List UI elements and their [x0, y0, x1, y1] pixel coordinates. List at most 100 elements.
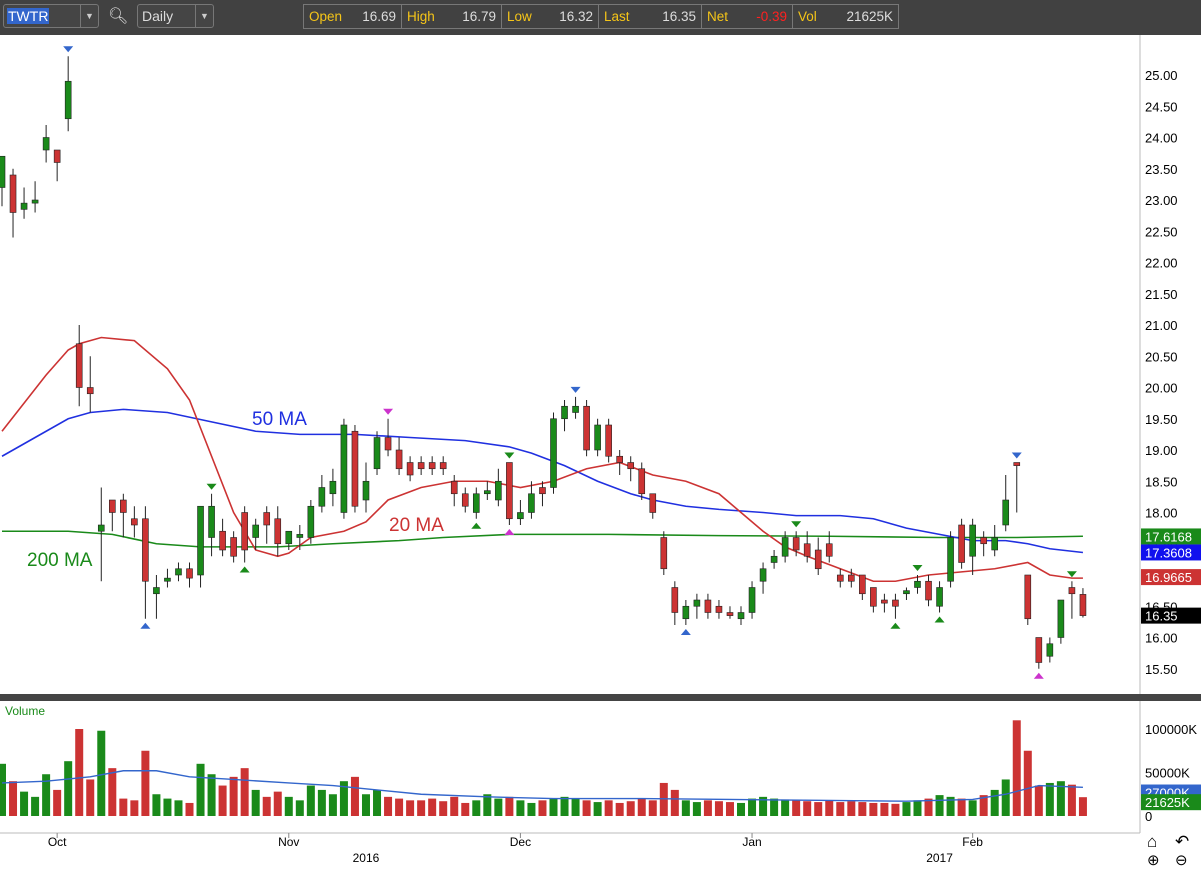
- y-tick-label: 23.00: [1145, 193, 1178, 208]
- candle: [340, 418, 348, 519]
- volume-bar: [858, 802, 867, 816]
- quote-bar: Open 16.69 High 16.79 Low 16.32 Last 16.35 Net -0…: [303, 4, 899, 29]
- quote-label: Net: [707, 9, 729, 24]
- volume-bar: [1045, 782, 1054, 816]
- y-tick-label: 18.00: [1145, 506, 1178, 521]
- volume-bar: [373, 789, 382, 816]
- y-tick-label: 20.00: [1145, 381, 1178, 396]
- volume-bar: [604, 800, 613, 816]
- candle: [1057, 599, 1065, 644]
- quote-high: High 16.79: [402, 5, 502, 28]
- y-tick-label: 25.00: [1145, 68, 1178, 83]
- volume-bar: [538, 800, 547, 816]
- volume-bar: [196, 763, 205, 816]
- price-tag-value: 17.6168: [1145, 529, 1192, 544]
- y-tick-label: 22.00: [1145, 256, 1178, 271]
- volume-bar: [516, 800, 525, 816]
- volume-bar: [141, 750, 150, 816]
- y-tick-label: 23.50: [1145, 162, 1178, 177]
- volume-bar: [737, 802, 746, 816]
- ma50-label: 50 MA: [252, 409, 307, 430]
- volume-bar: [75, 729, 84, 816]
- zoom-out-icon[interactable]: ⊖: [1175, 851, 1188, 869]
- volume-bar: [284, 796, 293, 816]
- chevron-down-icon[interactable]: ▼: [195, 5, 213, 27]
- year-tick-label: 2016: [353, 851, 380, 865]
- volume-bar: [361, 794, 370, 816]
- volume-bar: [406, 800, 415, 816]
- chart-background: [0, 35, 1201, 873]
- quote-value: -0.39: [756, 9, 787, 24]
- volume-bar: [913, 800, 922, 816]
- undo-icon[interactable]: ↶: [1175, 832, 1189, 852]
- candle: [550, 412, 557, 494]
- volume-bar: [714, 801, 723, 816]
- volume-bar: [295, 800, 304, 816]
- volume-bar: [64, 761, 73, 816]
- panel-splitter[interactable]: [0, 694, 1201, 701]
- x-tick-label: Feb: [962, 835, 983, 849]
- quote-low: Low 16.32: [502, 5, 599, 28]
- y-tick-label: 20.50: [1145, 349, 1178, 364]
- volume-bar: [990, 789, 999, 816]
- price-tag: 16.35: [1141, 607, 1201, 624]
- volume-bar: [748, 798, 757, 816]
- volume-label: Volume: [5, 704, 45, 718]
- volume-bar: [163, 798, 172, 816]
- quote-label: Vol: [798, 9, 817, 24]
- volume-tick-label: 100000K: [1145, 722, 1197, 737]
- volume-bar: [86, 779, 95, 816]
- quote-label: Last: [604, 9, 630, 24]
- volume-bar: [626, 801, 635, 816]
- volume-bar: [781, 799, 790, 816]
- volume-bar: [725, 802, 734, 816]
- volume-bar: [240, 768, 249, 816]
- x-tick-label: Dec: [510, 835, 531, 849]
- candle: [958, 518, 965, 569]
- home-icon[interactable]: ⌂: [1147, 832, 1157, 852]
- volume-bar: [428, 798, 437, 816]
- volume-bar: [593, 802, 602, 816]
- volume-bar: [891, 803, 900, 816]
- volume-bar: [571, 798, 580, 816]
- price-chart[interactable]: 25.00 24.50 24.00 23.50 23.00 22.50 22.00 21.50…: [0, 35, 1201, 873]
- volume-bar: [770, 798, 779, 816]
- volume-bar: [1012, 720, 1021, 816]
- volume-bar: [505, 796, 514, 816]
- x-tick-label: Jan: [742, 835, 761, 849]
- y-tick-label: 18.50: [1145, 474, 1178, 489]
- volume-bar: [395, 798, 404, 816]
- candle: [351, 425, 359, 513]
- y-tick-label: 22.50: [1145, 224, 1178, 239]
- volume-bar: [262, 796, 271, 816]
- candle: [506, 462, 513, 525]
- volume-bar: [836, 802, 845, 816]
- quote-label: Low: [507, 9, 532, 24]
- volume-tag: 21625K: [1141, 794, 1201, 811]
- volume-bar: [9, 781, 18, 816]
- volume-bar: [549, 798, 558, 816]
- symbol-input[interactable]: TWTR: [7, 8, 50, 24]
- y-tick-label: 19.50: [1145, 412, 1178, 427]
- volume-bar: [670, 789, 679, 816]
- interval-select[interactable]: Daily ▼: [137, 4, 214, 28]
- volume-bar: [317, 789, 326, 816]
- volume-tick-label: 50000K: [1145, 766, 1190, 781]
- zoom-in-icon[interactable]: ⊕: [1147, 851, 1160, 869]
- interval-value: Daily: [142, 8, 174, 24]
- search-icon[interactable]: 🔍︎: [108, 6, 128, 26]
- quote-open: Open 16.69: [304, 5, 402, 28]
- volume-bar: [0, 763, 6, 816]
- quote-label: Open: [309, 9, 343, 24]
- volume-bar: [97, 730, 106, 816]
- volume-bar: [229, 776, 238, 816]
- candle: [605, 418, 612, 463]
- price-tag: 17.6168: [1141, 528, 1201, 545]
- symbol-combo[interactable]: TWTR ▼: [3, 4, 99, 28]
- volume-bar: [814, 802, 823, 816]
- volume-bar: [472, 800, 481, 816]
- y-tick-label: 19.00: [1145, 443, 1178, 458]
- volume-bar: [637, 798, 646, 816]
- volume-bar: [251, 789, 260, 816]
- chevron-down-icon[interactable]: ▼: [80, 5, 98, 27]
